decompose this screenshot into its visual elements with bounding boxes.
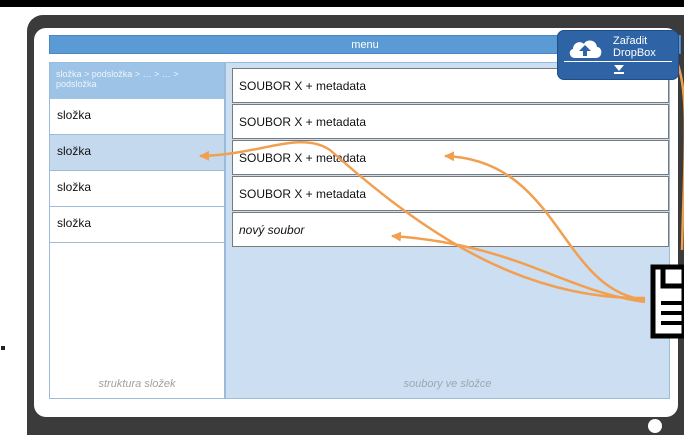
dropbox-label-line2: DropBox: [613, 47, 656, 59]
arrow-to-file: [444, 151, 646, 302]
arrow-from-dropbox: [674, 59, 684, 251]
arrow-to-folder: [199, 141, 646, 300]
dropbox-divider: [564, 61, 672, 62]
document-icon[interactable]: [648, 264, 684, 340]
cloud-upload-icon: [569, 40, 602, 58]
arrow-to-new-file: [391, 231, 646, 304]
dropbox-label-line1: Zařadit: [613, 35, 648, 47]
chevron-down-icon[interactable]: [613, 64, 625, 75]
dropbox-button[interactable]: Zařadit DropBox: [557, 30, 679, 80]
